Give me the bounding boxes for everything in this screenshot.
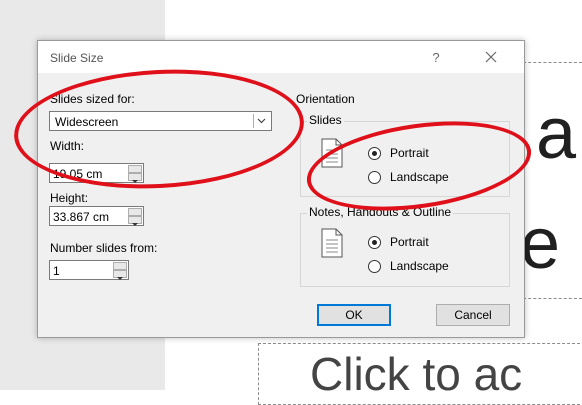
spin-down-button[interactable] bbox=[113, 270, 127, 280]
slide-placeholder-border bbox=[518, 62, 582, 63]
notes-landscape-label[interactable]: Landscape bbox=[390, 259, 449, 273]
ok-button[interactable]: OK bbox=[317, 304, 391, 326]
arrow-down-icon bbox=[117, 277, 123, 280]
height-value: 33.867 cm bbox=[53, 210, 110, 224]
dialog-title: Slide Size bbox=[50, 51, 104, 65]
close-button[interactable] bbox=[478, 46, 504, 68]
notes-orientation-group: Notes, Handouts & Outline Portrait Lands… bbox=[300, 205, 510, 287]
height-stepper[interactable]: 33.867 cm bbox=[49, 206, 144, 226]
portrait-page-icon bbox=[321, 228, 343, 258]
orientation-label: Orientation bbox=[296, 92, 355, 106]
spin-up-button[interactable] bbox=[128, 208, 142, 219]
spin-down-button[interactable] bbox=[128, 216, 142, 226]
slide-title-text: a bbox=[536, 94, 577, 174]
number-slides-from-stepper[interactable]: 1 bbox=[49, 260, 129, 280]
slides-group-label: Slides bbox=[307, 113, 344, 127]
dialog-titlebar: Slide Size ? bbox=[38, 41, 524, 73]
spin-up-button[interactable] bbox=[113, 262, 127, 273]
slide-placeholder-border bbox=[518, 298, 582, 299]
notes-portrait-label[interactable]: Portrait bbox=[390, 235, 429, 249]
notes-portrait-radio[interactable] bbox=[368, 236, 381, 249]
close-icon bbox=[485, 51, 497, 63]
height-label: Height: bbox=[50, 191, 89, 205]
help-button[interactable]: ? bbox=[424, 47, 448, 69]
number-spin-buttons[interactable] bbox=[113, 262, 127, 280]
cancel-button[interactable]: Cancel bbox=[436, 304, 510, 326]
slide-title-text: e bbox=[520, 204, 561, 284]
height-spin-buttons[interactable] bbox=[128, 208, 142, 226]
number-slides-from-value: 1 bbox=[53, 264, 60, 278]
arrow-down-icon bbox=[132, 223, 138, 226]
slide-body-placeholder-text: Click to ac bbox=[310, 348, 523, 400]
number-slides-from-label: Number slides from: bbox=[50, 241, 158, 255]
notes-landscape-radio[interactable] bbox=[368, 260, 381, 273]
